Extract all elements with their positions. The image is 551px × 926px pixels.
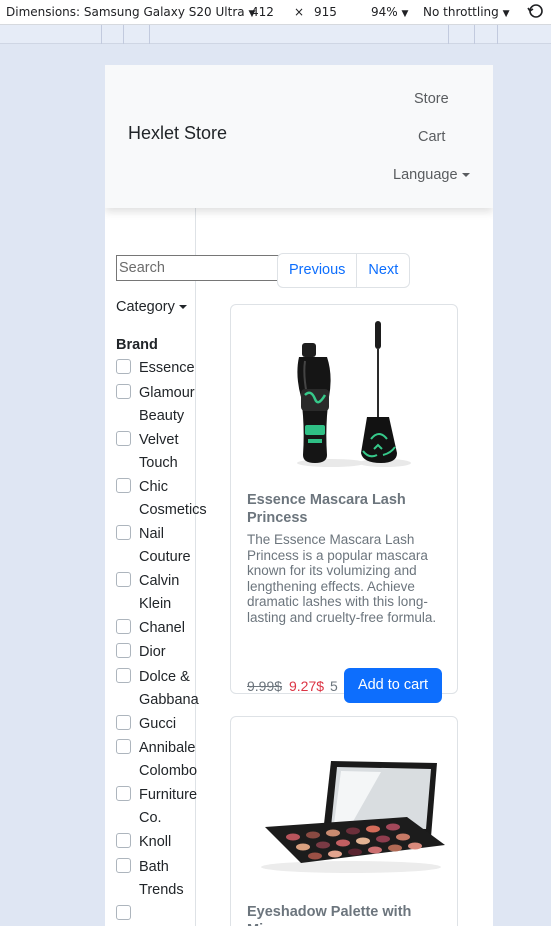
product-sale-price: 9.27$ (289, 678, 325, 694)
brand-label: Gucci (139, 716, 177, 732)
caret-down-icon (178, 305, 187, 310)
throttling-label: No throttling (423, 5, 499, 19)
width-input[interactable]: 412 (251, 5, 274, 19)
brand-checkbox[interactable] (116, 858, 131, 873)
height-input[interactable]: 915 (314, 5, 337, 19)
brand-label: Dior (139, 644, 166, 660)
brand-checkbox[interactable] (116, 668, 131, 683)
brand-checkbox[interactable] (116, 525, 131, 540)
brand-label: Furniture Co. (139, 787, 198, 826)
product-card: Eyeshadow Palette with Mirror (230, 716, 458, 926)
brand-label: Annibale Colombo (139, 740, 198, 779)
brand-checkbox[interactable] (116, 643, 131, 658)
pagination: Previous Next (277, 253, 411, 288)
language-label: Language (393, 167, 458, 183)
brand-checkbox[interactable] (116, 478, 131, 493)
zoom-label: 94% (371, 5, 398, 19)
language-dropdown[interactable]: Language (393, 167, 470, 183)
product-card: Essence Mascara Lash Princess The Essenc… (230, 304, 458, 694)
brand-checkbox[interactable] (116, 619, 131, 634)
product-image (231, 717, 457, 897)
media-query-ruler (0, 25, 551, 44)
navbar-brand[interactable]: Hexlet Store (128, 123, 227, 144)
caret-down-icon (461, 173, 470, 178)
brand-checkbox[interactable] (116, 359, 131, 374)
times-label: × (294, 5, 305, 19)
device-label: Dimensions: Samsung Galaxy S20 Ultra (6, 5, 245, 19)
brand-checkbox[interactable] (116, 833, 131, 848)
product-image (231, 305, 457, 485)
device-dimensions-select[interactable]: Dimensions: Samsung Galaxy S20 Ultra ▼ (6, 5, 255, 19)
brand-label: Velvet Touch (139, 432, 179, 471)
brand-checkbox[interactable] (116, 384, 131, 399)
zoom-select[interactable]: 94% ▼ (371, 5, 408, 19)
brand-label: Essence (139, 360, 195, 376)
product-title[interactable]: Essence Mascara Lash Princess (247, 491, 447, 527)
brand-filter-title: Brand (116, 337, 158, 353)
brand-checkbox[interactable] (116, 715, 131, 730)
product-title[interactable]: Eyeshadow Palette with Mirror (247, 903, 447, 926)
brand-checkbox[interactable] (116, 786, 131, 801)
brand-label: Glamour Beauty (139, 385, 195, 424)
previous-page-button[interactable]: Previous (278, 254, 356, 287)
brand-label: Bath Trends (139, 859, 184, 898)
add-to-cart-button[interactable]: Add to cart (344, 668, 442, 703)
chevron-down-icon: ▼ (502, 9, 510, 19)
product-description: The Essence Mascara Lash Princess is a p… (247, 532, 437, 625)
throttling-select[interactable]: No throttling ▼ (423, 5, 510, 19)
next-page-button[interactable]: Next (356, 254, 409, 287)
brand-label: Dolce & Gabbana (139, 669, 199, 708)
brand-label: Calvin Klein (139, 573, 180, 612)
devtools-toolbar: Dimensions: Samsung Galaxy S20 Ultra ▼ 4… (0, 0, 551, 25)
nav-link-store[interactable]: Store (414, 91, 449, 107)
product-stock: 5 (330, 678, 338, 694)
brand-label: Chic Cosmetics (139, 479, 207, 518)
chevron-down-icon: ▼ (401, 9, 409, 19)
brand-label: Nail Couture (139, 526, 191, 565)
nav-link-cart[interactable]: Cart (418, 129, 445, 145)
category-dropdown[interactable]: Category (116, 299, 187, 315)
brand-checkbox[interactable] (116, 431, 131, 446)
navbar: Hexlet Store Store Cart Language (105, 65, 493, 208)
brand-checkbox[interactable] (116, 572, 131, 587)
category-label: Category (116, 299, 175, 315)
product-old-price: 9.99$ (247, 678, 283, 694)
brand-checkbox[interactable] (116, 739, 131, 754)
brand-checkbox[interactable] (116, 905, 131, 920)
device-viewport: Hexlet Store Store Cart Language Previou… (105, 65, 493, 926)
search-input[interactable] (116, 255, 281, 281)
brand-label: Chanel (139, 620, 185, 636)
rotate-icon[interactable] (527, 2, 545, 23)
brand-label: Knoll (139, 834, 172, 850)
